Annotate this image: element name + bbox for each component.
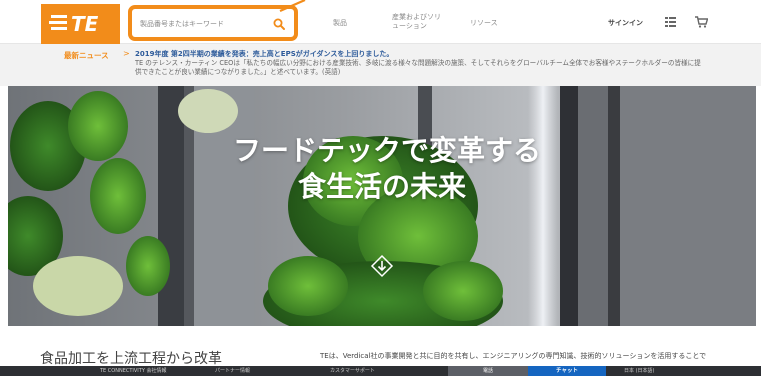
footer-support-link[interactable]: カスタマーサポート (330, 367, 375, 375)
nav-industries-solutions[interactable]: 産業およびソリューション (392, 13, 447, 31)
callout-arrow-icon (279, 0, 306, 12)
section-title: 食品加工を上流工程から改革 (40, 351, 222, 367)
news-bar: 最新ニュース > 2019年度 第2四半期の業績を発表：売上高とEPSがガイダン… (0, 44, 761, 86)
news-body-text: TE のテレンス・カーティン CEOは「私たちの幅広い分野における産業技術、多岐… (135, 59, 701, 77)
language-selector[interactable]: 日本 (日本語) (624, 367, 655, 375)
footer-bar: TE CONNECTIVITY 会社情報 パートナー情報 カスタマーサポート 電… (0, 366, 761, 376)
news-headline-link[interactable]: 2019年度 第2四半期の業績を発表：売上高とEPSがガイダンスを上回りました。 (135, 49, 393, 59)
nav-products[interactable]: 製品 (333, 19, 347, 28)
hero-banner: フードテックで変革する 食生活の未来 (8, 86, 756, 326)
chevron-right-icon: > (123, 49, 130, 58)
svg-text:TE: TE (71, 12, 99, 36)
search-box (128, 5, 298, 41)
search-input[interactable] (140, 16, 265, 32)
list-menu-icon[interactable] (665, 17, 676, 27)
scroll-down-icon[interactable] (370, 254, 394, 278)
search-icon[interactable] (272, 17, 286, 31)
section-description: TEは、Verdical社の事業開発と共に目的を共有し、エンジニアリングの専門知… (320, 352, 707, 360)
footer-partner-link[interactable]: パートナー情報 (215, 367, 250, 375)
hero-image (8, 86, 756, 326)
latest-news-label: 最新ニュース (64, 51, 109, 60)
phone-button[interactable]: 電話 (448, 366, 528, 376)
footer-company-link[interactable]: TE CONNECTIVITY 会社情報 (100, 367, 166, 375)
hero-title-line1: フードテックで変革する (232, 134, 541, 167)
nav-resources[interactable]: リソース (470, 19, 498, 28)
signin-link[interactable]: サインイン (608, 18, 643, 28)
te-logo[interactable]: TE (41, 4, 120, 44)
site-header: TE 製品 産業およびソリューション リソース サインイン (0, 0, 761, 44)
chat-button[interactable]: チャット (528, 366, 606, 376)
hero-title-line2: 食生活の未来 (297, 170, 466, 203)
cart-icon[interactable] (695, 16, 708, 28)
te-logo-mark: TE (48, 12, 99, 36)
